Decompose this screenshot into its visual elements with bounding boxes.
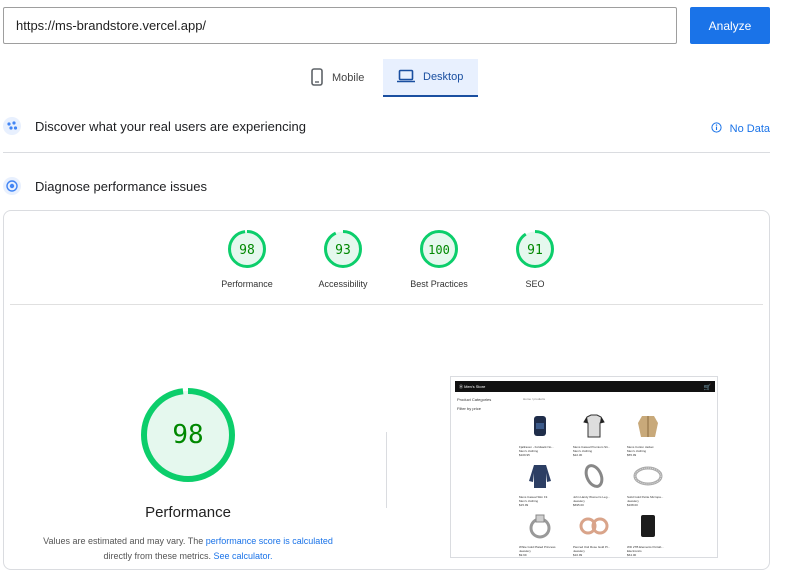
thumb-product: Mens Casual Slim Fit Men's clothing $15.99 bbox=[519, 461, 565, 507]
field-data-section: Discover what your real users are experi… bbox=[3, 117, 306, 135]
thumb-product: Pierced Owl Rose Gold Pl... Jewelery $10.9… bbox=[573, 511, 619, 557]
thumb-header-title: Ⓜ Men's Store bbox=[459, 384, 486, 389]
cart-icon: 🛒 bbox=[703, 385, 711, 391]
vertical-divider bbox=[386, 432, 387, 508]
gauge-accessibility-ring: 93 bbox=[324, 230, 362, 268]
thumb-product: WD 2TB Elements Portab... Electronics $64.… bbox=[627, 511, 673, 557]
gauge-accessibility[interactable]: 93 Accessibility bbox=[295, 229, 391, 289]
gauge-performance-label: Performance bbox=[221, 279, 273, 289]
gauge-best-practices-ring: 100 bbox=[420, 230, 458, 268]
section-divider bbox=[3, 152, 770, 153]
bracelet-image bbox=[584, 464, 604, 488]
gauge-accessibility-label: Accessibility bbox=[318, 279, 368, 289]
gauges-divider bbox=[10, 304, 763, 305]
note-text-1: Values are estimated and may vary. The bbox=[43, 536, 204, 546]
performance-main-title: Performance bbox=[145, 504, 231, 521]
gauge-best-practices-value: 100 bbox=[428, 243, 450, 257]
performance-main-gauge: 98 bbox=[141, 388, 235, 482]
laptop-icon bbox=[397, 69, 415, 86]
score-note: Values are estimated and may vary. The p… bbox=[18, 534, 358, 564]
thumb-sidebar-filter: Filter by price bbox=[457, 406, 482, 411]
thumb-sidebar-categories: Product Categories bbox=[457, 397, 492, 402]
gauge-seo[interactable]: 91 SEO bbox=[487, 229, 583, 289]
field-data-title: Discover what your real users are experi… bbox=[35, 118, 306, 134]
url-input[interactable] bbox=[3, 7, 677, 44]
no-data-link[interactable]: No Data bbox=[711, 122, 770, 136]
crux-icon bbox=[3, 117, 21, 135]
performance-main-value: 98 bbox=[172, 420, 203, 450]
gauge-performance-value: 98 bbox=[239, 243, 255, 258]
see-calculator-link[interactable]: See calculator. bbox=[214, 551, 273, 561]
gauge-best-practices-label: Best Practices bbox=[410, 279, 468, 289]
page-screenshot-thumbnail: Ⓜ Men's Store 🛒 Product Categories Filte… bbox=[450, 376, 718, 558]
gauge-accessibility-value: 93 bbox=[335, 243, 351, 258]
gauge-seo-label: SEO bbox=[525, 279, 545, 289]
thumb-product: Solid Gold Petite Micropa... Jewelery $168… bbox=[627, 461, 673, 507]
thumb-product: Fjallraven - Foldsack No... Men's clothin… bbox=[519, 411, 565, 457]
diagnose-title: Diagnose performance issues bbox=[35, 178, 207, 194]
tshirt-image bbox=[583, 414, 605, 438]
analyze-button[interactable]: Analyze bbox=[690, 7, 770, 44]
longsleeve-image bbox=[529, 465, 551, 488]
gauge-seo-value: 91 bbox=[527, 243, 543, 258]
device-tabs: Mobile Desktop bbox=[300, 59, 478, 97]
earrings-image bbox=[579, 517, 609, 535]
tab-desktop[interactable]: Desktop bbox=[383, 59, 478, 97]
jacket-image bbox=[638, 416, 658, 437]
thumb-product: John Hardy Women's Leg... Jewelery $695.00 bbox=[573, 461, 619, 507]
diagnose-section: Diagnose performance issues bbox=[3, 177, 207, 195]
thumb-product: White Gold Plated Princess Jewelery $9.99 bbox=[519, 511, 565, 557]
performance-score-link[interactable]: performance score is calculated bbox=[206, 536, 333, 546]
gauge-performance-ring: 98 bbox=[228, 230, 266, 268]
note-text-2: directly from these metrics. bbox=[103, 551, 211, 561]
tab-mobile-label: Mobile bbox=[332, 72, 365, 84]
phone-icon bbox=[310, 67, 324, 89]
gauge-performance[interactable]: 98 Performance bbox=[199, 229, 295, 289]
ring-image bbox=[633, 466, 663, 486]
thumb-topbar: Home / products bbox=[523, 397, 546, 401]
gauge-seo-ring: 91 bbox=[516, 230, 554, 268]
hard-drive-image bbox=[641, 515, 655, 537]
thumb-product: Mens Casual Premium Sli... Men's clothing… bbox=[573, 411, 619, 457]
gauge-best-practices[interactable]: 100 Best Practices bbox=[391, 229, 487, 289]
no-data-label: No Data bbox=[729, 123, 770, 135]
thumb-header: Ⓜ Men's Store 🛒 bbox=[455, 381, 715, 392]
tab-mobile[interactable]: Mobile bbox=[300, 59, 383, 97]
info-icon bbox=[711, 122, 722, 136]
backpack-image bbox=[534, 416, 546, 436]
tab-desktop-label: Desktop bbox=[423, 71, 464, 83]
lighthouse-icon bbox=[3, 177, 21, 195]
score-gauges: 98 Performance 93 Accessibility 100 Best… bbox=[199, 229, 583, 289]
thumb-product: Mens Cotton Jacket Men's clothing $55.99 bbox=[627, 411, 673, 457]
princess-ring-image bbox=[529, 514, 551, 539]
